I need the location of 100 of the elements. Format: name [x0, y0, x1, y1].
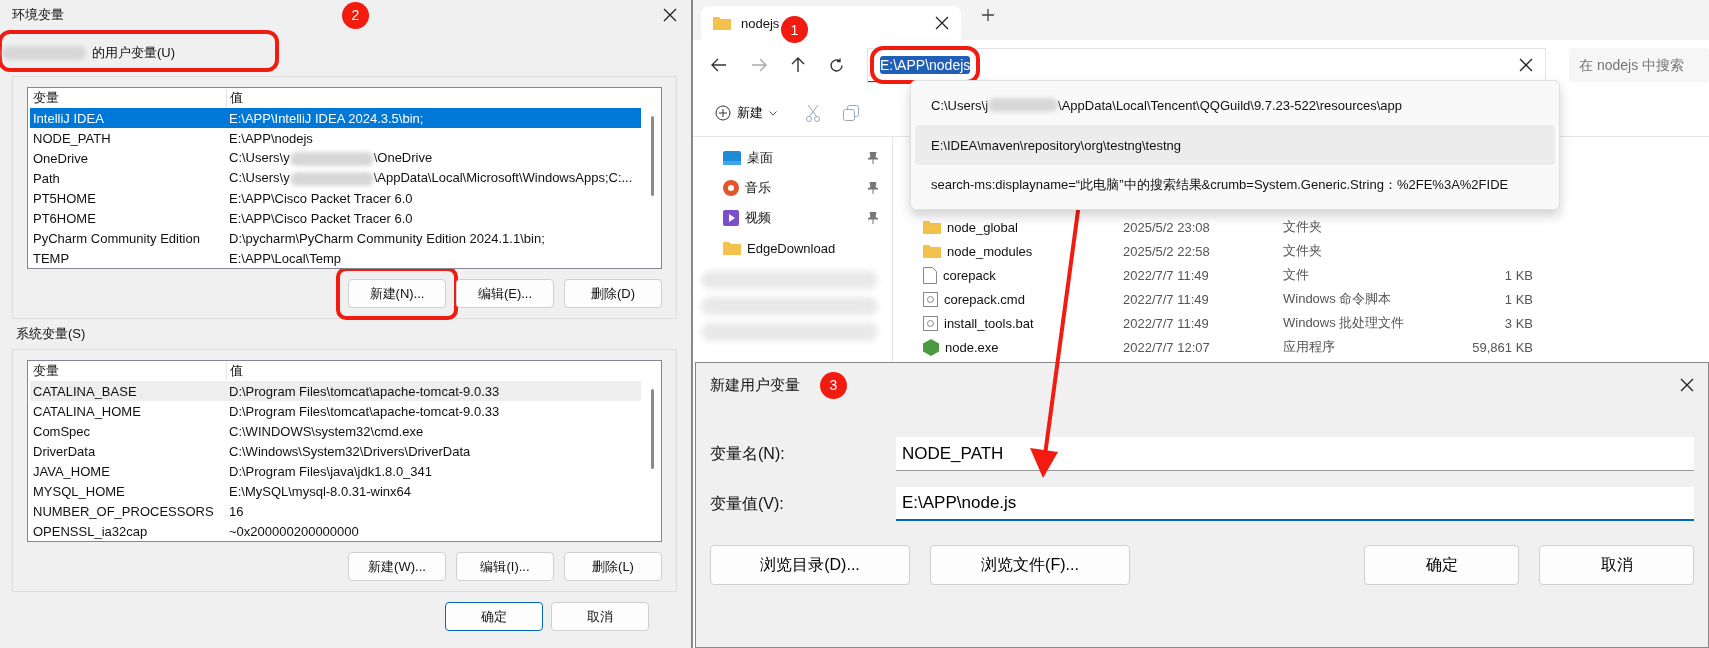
file-size: 3 KB: [1503, 315, 1533, 331]
file-name: install_tools.bat: [944, 315, 1034, 331]
new-button[interactable]: 新建: [709, 103, 783, 123]
variable-value: D:\pycharm\PyCharm Community Edition 2024.1.1\bin;: [228, 230, 546, 246]
search-field[interactable]: 在 nodejs 中搜索: [1569, 48, 1709, 82]
sidebar-item[interactable]: 视频: [693, 203, 892, 233]
variable-value: D:\Program Files\java\jdk1.8.0_341: [228, 463, 434, 479]
suggestion-item[interactable]: C:\Users\j \AppData\Local\Tencent\QQGuild\9.7.23-522\resources\app: [915, 85, 1555, 125]
video-icon: [723, 210, 739, 226]
variable-name: OPENSSL_ia32cap: [32, 523, 149, 539]
new-tab-icon[interactable]: [981, 8, 995, 22]
variable-value: C:\Windows\System32\Drivers\DriverData: [228, 443, 472, 459]
column-header[interactable]: 值: [226, 362, 641, 380]
sidebar-item[interactable]: EdgeDownload: [693, 233, 892, 263]
list-button[interactable]: 新建(N)...: [348, 279, 446, 308]
list-button[interactable]: 新建(W)...: [348, 552, 446, 581]
scrollbar[interactable]: [651, 116, 654, 196]
variable-row[interactable]: PyCharm Community Edition D:\pycharm\PyCharm Community Edition 2024.1.1\bin;: [30, 228, 641, 248]
step-badge: 3: [820, 371, 847, 399]
file-row[interactable]: node.exe 2022/7/7 12:07 应用程序 59,861 KB: [923, 335, 1709, 359]
file-size: 59,861 KB: [1471, 339, 1533, 355]
clear-icon[interactable]: [1519, 57, 1533, 72]
list-button[interactable]: 删除(D): [564, 279, 662, 308]
variable-value: E:\APP\nodejs: [228, 130, 314, 146]
file-type: 应用程序: [1283, 338, 1336, 356]
file-type: Windows 批处理文件: [1283, 314, 1406, 332]
folder-icon: [713, 16, 731, 30]
variable-row[interactable]: DriverData C:\Windows\System32\Drivers\DriverData: [30, 441, 641, 461]
column-header[interactable]: 变量: [30, 89, 226, 107]
file-type: 文件夹: [1283, 218, 1323, 236]
variable-name: CATALINA_BASE: [32, 383, 138, 399]
list-button[interactable]: 编辑(I)...: [456, 552, 554, 581]
variable-name: NUMBER_OF_PROCESSORS: [32, 503, 215, 519]
variable-row[interactable]: IntelliJ IDEA E:\APP\IntelliJ IDEA 2024.3.5\bin;: [30, 108, 641, 128]
up-icon[interactable]: [791, 57, 805, 73]
redaction-blur: [988, 98, 1059, 112]
file-date: 2025/5/2 22:58: [1123, 243, 1211, 259]
file-name: node.exe: [945, 339, 999, 355]
close-icon[interactable]: [663, 8, 677, 22]
list-button[interactable]: 删除(L): [564, 552, 662, 581]
variable-row[interactable]: NODE_PATH E:\APP\nodejs: [30, 128, 641, 148]
variable-name: TEMP: [32, 250, 71, 266]
variable-row[interactable]: PT5HOME E:\APP\Cisco Packet Tracer 6.0: [30, 188, 641, 208]
pin-icon[interactable]: [868, 182, 878, 194]
browse-button[interactable]: 浏览目录(D)...: [710, 545, 910, 585]
variable-value: C:\Users\y \AppData\Local\Microsoft\WindowsApps;C:...: [228, 170, 634, 186]
variable-row[interactable]: CATALINA_HOME D:\Program Files\tomcat\apache-tomcat-9.0.33: [30, 401, 641, 421]
file-row[interactable]: node_global 2025/5/2 23:08 文件夹: [923, 215, 1709, 239]
section-label: 的用户变量(U): [0, 30, 280, 72]
variable-row[interactable]: PT6HOME E:\APP\Cisco Packet Tracer 6.0: [30, 208, 641, 228]
file-date: 2022/7/7 11:49: [1123, 267, 1210, 283]
back-icon[interactable]: [711, 58, 727, 72]
variable-row[interactable]: NUMBER_OF_PROCESSORS 16: [30, 501, 641, 521]
input-field[interactable]: NODE_PATH: [896, 437, 1694, 471]
variable-row[interactable]: Path C:\Users\y \AppData\Local\Microsoft\WindowsApps;C:...: [30, 168, 641, 188]
pin-icon[interactable]: [868, 152, 878, 164]
field-label: 变量值(V):: [710, 493, 785, 514]
dialog-button[interactable]: 确定: [445, 602, 543, 631]
pin-icon[interactable]: [868, 212, 878, 224]
variable-row[interactable]: CATALINA_BASE D:\Program Files\tomcat\apache-tomcat-9.0.33: [30, 381, 641, 401]
browse-button[interactable]: 浏览文件(F)...: [930, 545, 1130, 585]
sidebar-item[interactable]: 桌面: [693, 143, 892, 173]
variable-row[interactable]: ComSpec C:\WINDOWS\system32\cmd.exe: [30, 421, 641, 441]
field-label: 变量名(N):: [710, 443, 786, 464]
scrollbar[interactable]: [651, 389, 654, 469]
variable-value: D:\Program Files\tomcat\apache-tomcat-9.0.33: [228, 383, 501, 399]
file-size: 1 KB: [1503, 267, 1533, 283]
step-badge: 1: [781, 16, 808, 43]
variable-row[interactable]: MYSQL_HOME E:\MySQL\mysql-8.0.31-winx64: [30, 481, 641, 501]
suggestion-item[interactable]: E:\IDEA\maven\repository\org\testng\testng: [915, 125, 1555, 165]
file-name: node_global: [947, 219, 1018, 235]
desktop-icon: [723, 151, 741, 165]
file-type: Windows 命令脚本: [1283, 290, 1393, 308]
list-button[interactable]: 编辑(E)...: [456, 279, 554, 308]
suggestion-item[interactable]: search-ms:displayname=“此电脑”中的搜索结果&crumb=System.Generic.String：%2FE%3A%2FIDE: [915, 165, 1555, 205]
close-icon[interactable]: [1680, 378, 1694, 392]
folder-icon: [723, 241, 741, 255]
variable-name: Path: [32, 170, 61, 186]
copy-icon[interactable]: [843, 105, 859, 121]
file-row[interactable]: install_tools.bat 2022/7/7 11:49 Windows 批处理文件 3 KB: [923, 311, 1709, 335]
file-row[interactable]: corepack.cmd 2022/7/7 11:49 Windows 命令脚本 1 KB: [923, 287, 1709, 311]
variable-row[interactable]: OPENSSL_ia32cap ~0x200000200000000: [30, 521, 641, 541]
refresh-icon[interactable]: [829, 57, 844, 73]
file-row[interactable]: node_modules 2025/5/2 22:58 文件夹: [923, 239, 1709, 263]
variable-row[interactable]: TEMP E:\APP\Local\Temp: [30, 248, 641, 268]
dialog-button[interactable]: 取消: [551, 602, 649, 631]
file-row[interactable]: corepack 2022/7/7 11:49 文件 1 KB: [923, 263, 1709, 287]
variable-row[interactable]: JAVA_HOME D:\Program Files\java\jdk1.8.0_341: [30, 461, 641, 481]
variable-value: E:\APP\Local\Temp: [228, 250, 342, 266]
sidebar-item[interactable]: 音乐: [693, 173, 892, 203]
dialog-button[interactable]: 取消: [1539, 545, 1694, 585]
column-header[interactable]: 值: [226, 89, 641, 107]
variable-row[interactable]: OneDrive C:\Users\y \OneDrive: [30, 148, 641, 168]
sidebar-label: 视频: [745, 209, 771, 227]
close-tab-icon[interactable]: [935, 16, 949, 30]
sidebar-label: 音乐: [745, 179, 771, 197]
input-field[interactable]: E:\APP\node.js: [896, 487, 1694, 521]
dialog-button[interactable]: 确定: [1364, 545, 1519, 585]
column-header[interactable]: 变量: [30, 362, 226, 380]
browser-tab[interactable]: nodejs 1: [701, 6, 961, 40]
